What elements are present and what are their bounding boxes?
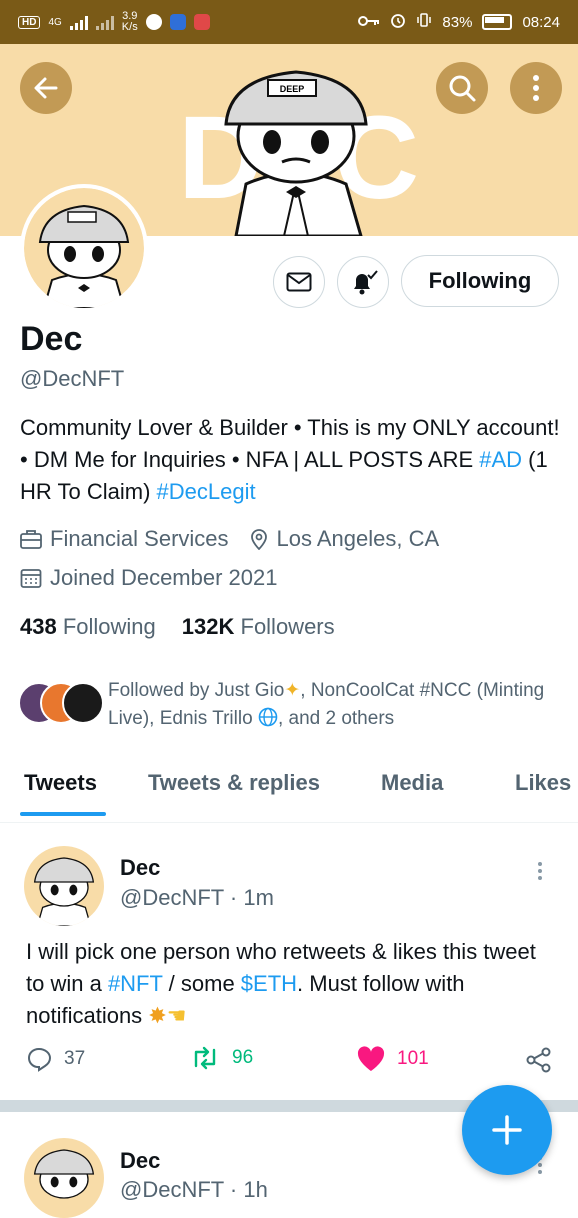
followed-by-avatars[interactable] bbox=[18, 682, 104, 724]
calendar-icon bbox=[20, 569, 42, 588]
app-notification-icon bbox=[145, 14, 162, 30]
tweet-more-icon[interactable] bbox=[538, 862, 542, 880]
reply-count: 37 bbox=[64, 1048, 86, 1069]
network-label: 4G bbox=[48, 16, 62, 28]
tweet-text: I will pick one person who retweets & li… bbox=[26, 936, 556, 1032]
tweet-2-author-handle: @DecNFT · 1h bbox=[120, 1177, 268, 1202]
tweet-text-part-2: / some bbox=[162, 971, 241, 996]
share-button[interactable] bbox=[525, 1046, 553, 1074]
location-icon bbox=[250, 529, 267, 550]
heart-icon bbox=[357, 1046, 385, 1071]
followers-label: Followers bbox=[240, 614, 335, 639]
followed-by-text[interactable]: Followed by Just Gio✦, NonCoolCat #NCC (… bbox=[108, 677, 568, 733]
tab-likes[interactable]: Likes bbox=[515, 770, 571, 796]
network-speed-unit: K/s bbox=[121, 21, 138, 33]
alarm-icon bbox=[390, 12, 406, 32]
envelope-icon bbox=[286, 272, 312, 292]
banner-cap-text: DEEP bbox=[280, 84, 305, 94]
profile-meta-row-2: Joined December 2021 bbox=[20, 565, 277, 591]
plus-icon bbox=[492, 1115, 522, 1145]
globe-icon bbox=[258, 707, 278, 727]
tab-tweets[interactable]: Tweets bbox=[24, 770, 97, 796]
sparkle-emoji-icon: ✦ bbox=[284, 680, 301, 701]
followers-count: 132K bbox=[181, 614, 235, 639]
tweet-cashtag-eth[interactable]: $ETH bbox=[241, 971, 297, 996]
following-count: 438 bbox=[20, 614, 57, 639]
profile-avatar-image bbox=[24, 188, 144, 308]
status-bar: HD 4G 3.9 K/s 83% 08:24 bbox=[0, 0, 578, 44]
sun-emoji-icon: ✸ bbox=[148, 1003, 167, 1028]
network-speed: 3.9 K/s bbox=[122, 11, 138, 33]
more-vertical-icon bbox=[533, 75, 539, 101]
following-count-link[interactable]: 438 Following bbox=[20, 614, 156, 640]
battery-percent: 83% bbox=[442, 13, 473, 31]
bell-check-icon bbox=[354, 270, 378, 295]
compose-tweet-button[interactable] bbox=[462, 1085, 552, 1175]
clock: 08:24 bbox=[522, 13, 560, 31]
profile-location: Los Angeles, CA bbox=[276, 526, 440, 551]
reply-icon bbox=[27, 1047, 52, 1072]
followers-count-link[interactable]: 132K Followers bbox=[182, 614, 335, 640]
search-icon bbox=[449, 75, 476, 102]
retweet-icon bbox=[194, 1046, 216, 1070]
tweet-avatar-2[interactable] bbox=[24, 1138, 104, 1218]
profile-avatar[interactable] bbox=[20, 184, 148, 312]
shield-notification-icon bbox=[169, 14, 186, 30]
vibrate-icon bbox=[416, 12, 432, 32]
bio-hashtag-ad[interactable]: #AD bbox=[479, 447, 522, 472]
profile-bio: Community Lover & Builder • This is my O… bbox=[20, 412, 565, 508]
retweet-count: 96 bbox=[232, 1047, 254, 1068]
book-notification-icon bbox=[193, 14, 210, 30]
tweet-2-author-name[interactable]: Dec bbox=[120, 1148, 160, 1174]
arrow-left-icon bbox=[34, 77, 58, 99]
follow-counts: 438 Following 132K Followers bbox=[20, 614, 335, 640]
tweet-author-name[interactable]: Dec bbox=[120, 855, 160, 881]
tab-tweets-replies[interactable]: Tweets & replies bbox=[148, 770, 320, 796]
follower-avatar-3 bbox=[62, 682, 104, 724]
more-options-button[interactable] bbox=[510, 62, 562, 114]
key-icon bbox=[358, 14, 380, 31]
notifications-button[interactable] bbox=[337, 256, 389, 308]
following-button[interactable]: Following bbox=[401, 255, 559, 307]
tweet-avatar[interactable] bbox=[24, 846, 104, 926]
signal-2-icon bbox=[95, 14, 114, 30]
hd-badge: HD bbox=[18, 15, 41, 29]
tweet-author-handle: @DecNFT · 1m bbox=[120, 885, 274, 910]
profile-handle: @DecNFT bbox=[20, 366, 125, 391]
status-bar-left: HD 4G 3.9 K/s bbox=[18, 11, 210, 33]
reply-button[interactable]: 37 bbox=[26, 1046, 85, 1072]
tweet-actions: 37 96 101 bbox=[0, 1046, 578, 1082]
banner-character-illustration: DEEP bbox=[224, 70, 368, 236]
battery-icon bbox=[482, 14, 513, 30]
like-button[interactable]: 101 bbox=[357, 1046, 429, 1072]
profile-joined: Joined December 2021 bbox=[50, 565, 278, 590]
following-label: Following bbox=[62, 614, 156, 639]
profile-category: Financial Services bbox=[50, 526, 229, 551]
briefcase-icon bbox=[20, 530, 42, 549]
search-button[interactable] bbox=[436, 62, 488, 114]
profile-meta-row-1: Financial Services Los Angeles, CA bbox=[20, 526, 439, 552]
retweet-button[interactable]: 96 bbox=[190, 1046, 253, 1070]
tab-media[interactable]: Media bbox=[381, 770, 443, 796]
active-tab-indicator bbox=[20, 812, 106, 816]
pointing-hand-emoji-icon: ☚ bbox=[166, 1003, 187, 1028]
tweet-hashtag-nft[interactable]: #NFT bbox=[108, 971, 163, 996]
back-button[interactable] bbox=[20, 62, 72, 114]
followed-by-prefix: Followed by Just Gio bbox=[108, 680, 285, 701]
like-count: 101 bbox=[397, 1048, 429, 1069]
message-button[interactable] bbox=[273, 256, 325, 308]
share-icon bbox=[526, 1047, 551, 1073]
bio-hashtag-declegit[interactable]: #DecLegit bbox=[157, 479, 256, 504]
followed-by-suffix: , and 2 others bbox=[277, 708, 395, 729]
signal-icon bbox=[69, 14, 88, 30]
status-bar-right: 83% 08:24 bbox=[358, 12, 560, 32]
profile-name: Dec bbox=[20, 320, 83, 358]
